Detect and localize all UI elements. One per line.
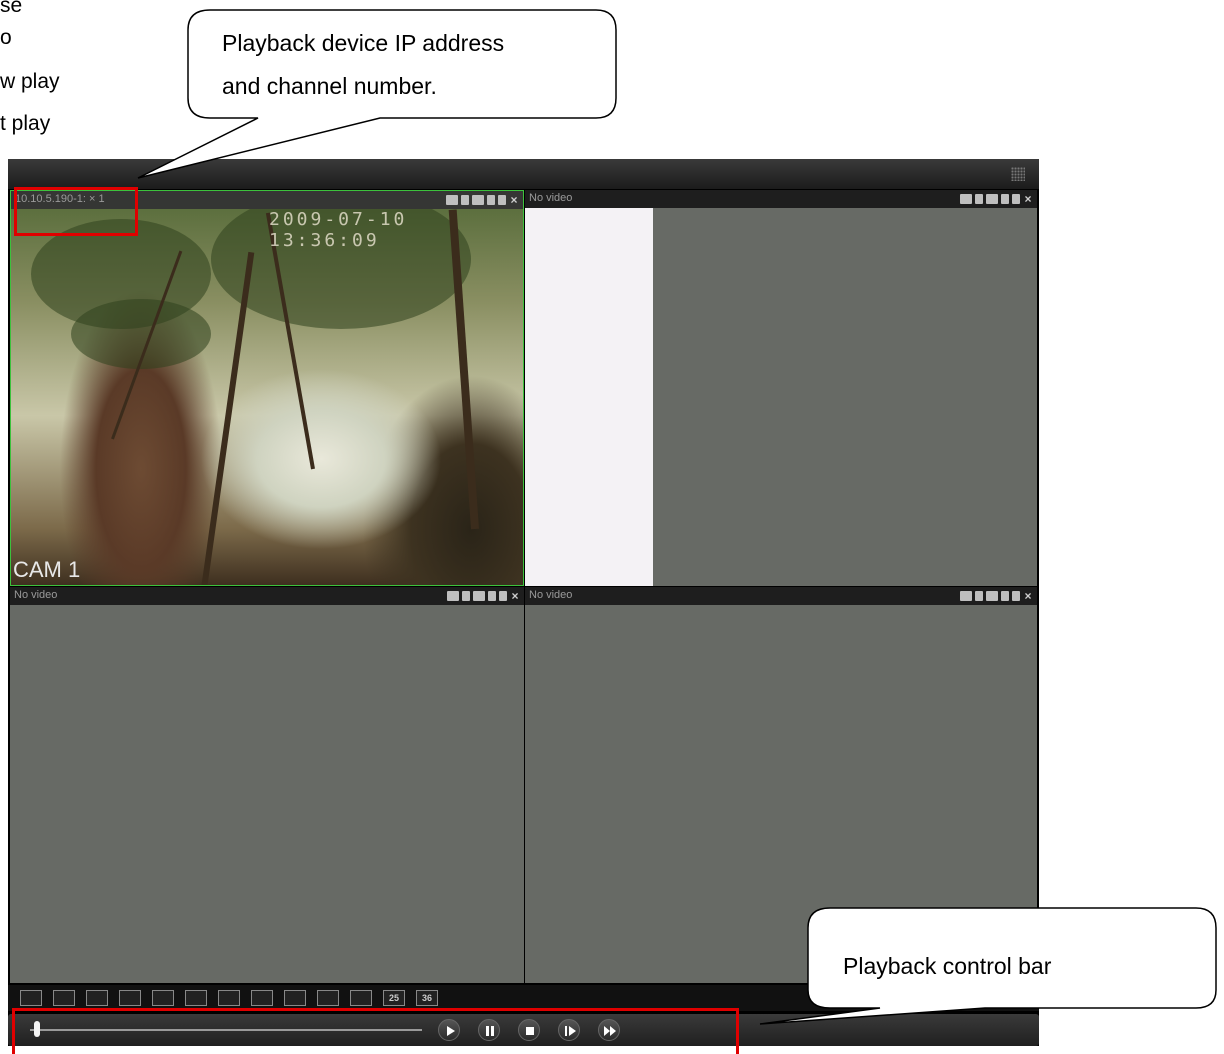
single-view-icon[interactable] xyxy=(919,992,933,1004)
sixteen-view-icon[interactable] xyxy=(1011,992,1025,1004)
snapshot-icon[interactable] xyxy=(975,591,983,601)
zoom-icon[interactable] xyxy=(472,195,484,205)
video-pane-1[interactable]: 2009-07-10 13:36:09 CAM 1 10.10.5.190-1:… xyxy=(10,190,524,586)
video-timestamp-overlay: 2009-07-10 13:36:09 xyxy=(269,209,408,251)
pane-toolbar: × xyxy=(960,589,1033,603)
view-toggle-icon[interactable] xyxy=(903,992,917,1004)
pane-header: No video × xyxy=(10,587,524,605)
pane-header: No video × xyxy=(525,190,1037,208)
close-icon[interactable]: × xyxy=(509,194,519,206)
doc-text-line-4: t play xyxy=(0,112,51,135)
record-icon[interactable] xyxy=(960,194,972,204)
pane-channel-label: No video xyxy=(529,589,573,601)
camera-name-overlay: CAM 1 xyxy=(13,557,81,582)
doc-text-line-1: se xyxy=(0,0,23,17)
video-pane-2[interactable]: No video × xyxy=(525,190,1037,586)
record-icon[interactable] xyxy=(447,591,459,601)
record-icon[interactable] xyxy=(446,195,458,205)
audio-icon[interactable] xyxy=(1012,591,1020,601)
layout-1x1-button[interactable] xyxy=(119,990,141,1006)
camera-icon[interactable] xyxy=(1001,194,1009,204)
pane-toolbar: × xyxy=(446,193,519,207)
record-icon[interactable] xyxy=(960,591,972,601)
resize-grip-icon[interactable] xyxy=(1011,167,1025,181)
layout-button-2[interactable] xyxy=(53,990,75,1006)
close-icon[interactable]: × xyxy=(1023,193,1033,205)
video-pane-4[interactable]: No video × xyxy=(525,587,1037,983)
view-switch-group xyxy=(900,989,1035,1007)
top-callout-line-1: Playback device IP address xyxy=(222,30,505,56)
layout-25-button[interactable]: 25 xyxy=(383,990,405,1006)
video-frame: 2009-07-10 13:36:09 CAM 1 xyxy=(11,209,523,585)
snapshot-icon[interactable] xyxy=(462,591,470,601)
layout-36-button[interactable]: 36 xyxy=(416,990,438,1006)
doc-text-line-2: o xyxy=(0,26,12,49)
pane-toolbar: × xyxy=(447,589,520,603)
pane-channel-label: No video xyxy=(529,192,573,204)
pane-channel-label: No video xyxy=(14,589,58,601)
camera-icon[interactable] xyxy=(1001,591,1009,601)
layout-button-1[interactable] xyxy=(20,990,42,1006)
audio-icon[interactable] xyxy=(1012,194,1020,204)
fullscreen-button[interactable] xyxy=(86,990,108,1006)
layout-16-button[interactable] xyxy=(317,990,339,1006)
layout-9-button[interactable] xyxy=(251,990,273,1006)
nine-view-icon[interactable] xyxy=(988,992,1002,1004)
ip-channel-highlight xyxy=(14,187,138,236)
doc-text-line-3: w play xyxy=(0,70,60,93)
playback-window: 2009-07-10 13:36:09 CAM 1 10.10.5.190-1:… xyxy=(8,159,1039,1046)
control-bar-highlight xyxy=(12,1008,739,1054)
split-view-icon[interactable] xyxy=(965,992,979,1004)
layout-20-button[interactable] xyxy=(350,990,372,1006)
window-titlebar xyxy=(8,159,1039,189)
zoom-icon[interactable] xyxy=(986,591,998,601)
zoom-icon[interactable] xyxy=(473,591,485,601)
audio-icon[interactable] xyxy=(499,591,507,601)
layout-2x2-button[interactable] xyxy=(152,990,174,1006)
pane-toolbar: × xyxy=(960,192,1033,206)
layout-6-button[interactable] xyxy=(185,990,207,1006)
camera-icon[interactable] xyxy=(488,591,496,601)
zoom-icon[interactable] xyxy=(986,194,998,204)
close-icon[interactable]: × xyxy=(510,590,520,602)
close-icon[interactable]: × xyxy=(1023,590,1033,602)
bottom-callout-text: Playback control bar xyxy=(843,953,1052,979)
top-callout-line-2: and channel number. xyxy=(222,73,437,99)
audio-icon[interactable] xyxy=(498,195,506,205)
camera-icon[interactable] xyxy=(487,195,495,205)
pane-header: No video × xyxy=(525,587,1037,605)
layout-8-button[interactable] xyxy=(218,990,240,1006)
snapshot-icon[interactable] xyxy=(975,194,983,204)
snapshot-icon[interactable] xyxy=(461,195,469,205)
quad-view-icon[interactable] xyxy=(942,992,956,1004)
layout-13-button[interactable] xyxy=(284,990,306,1006)
video-pane-3[interactable]: No video × xyxy=(10,587,524,983)
blank-region xyxy=(525,208,653,586)
